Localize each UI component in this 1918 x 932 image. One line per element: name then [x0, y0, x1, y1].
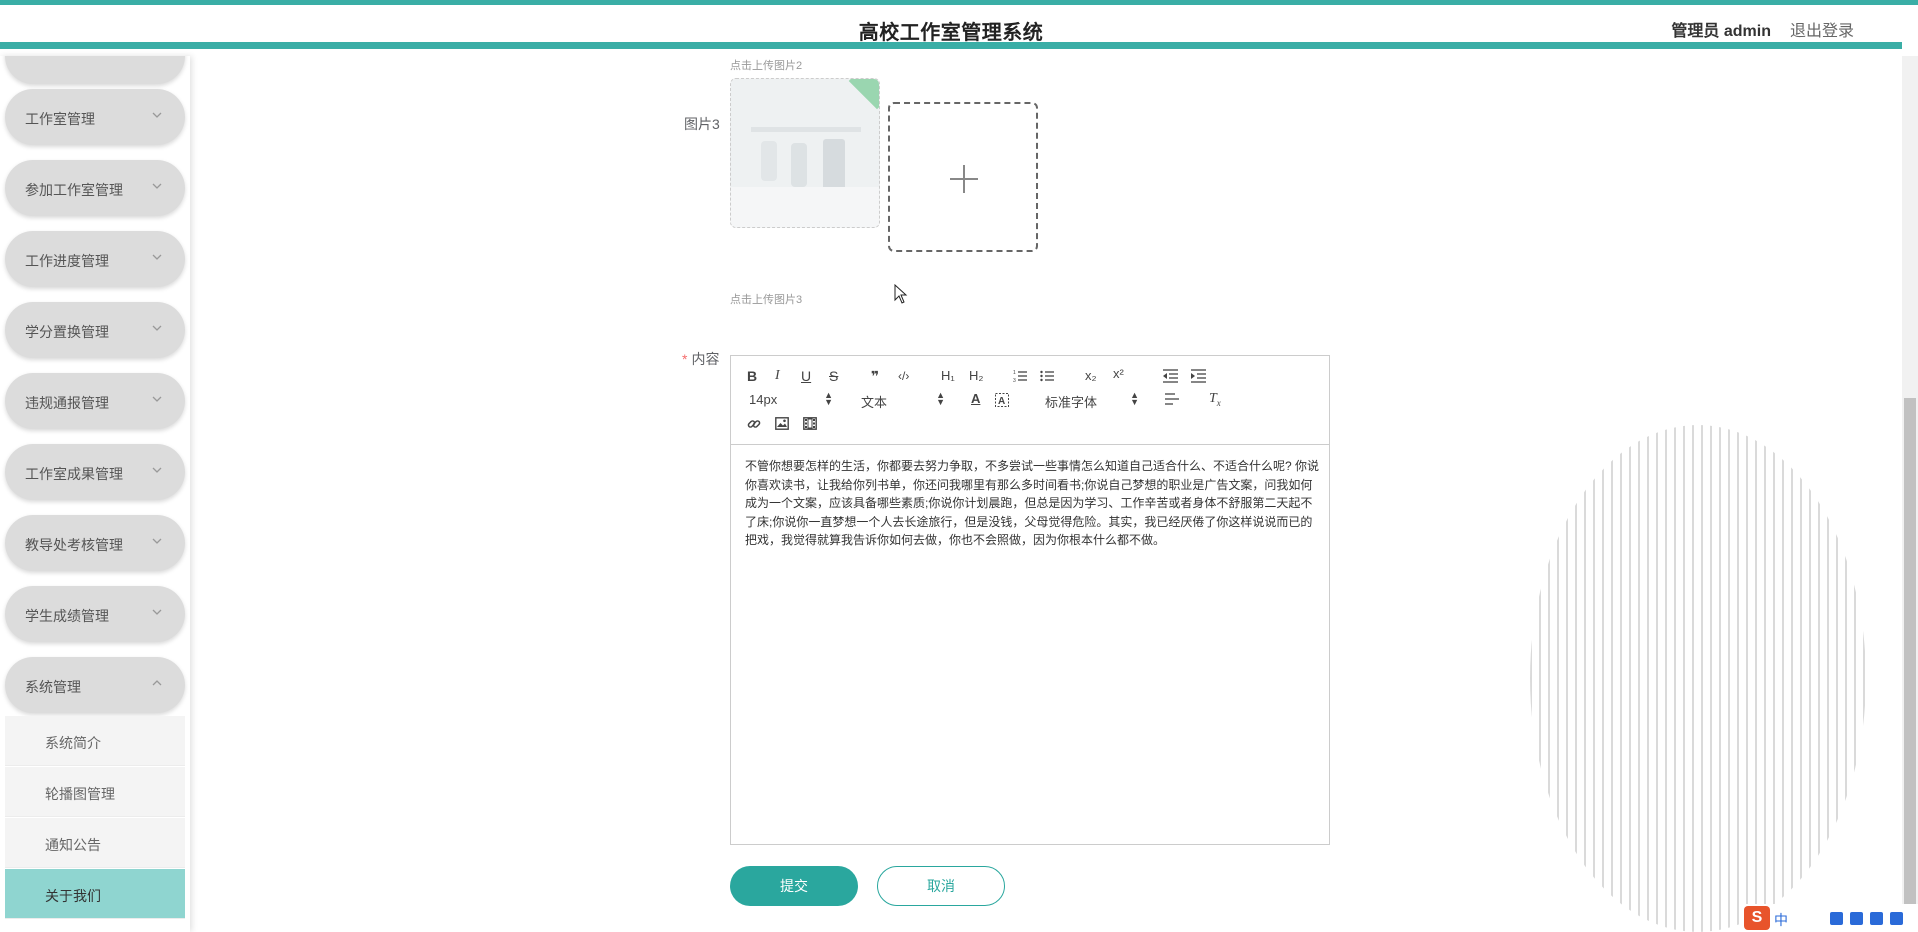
ordered-list-icon[interactable]: 13 — [1013, 369, 1027, 383]
chevron-down-icon — [152, 538, 162, 544]
bold-button[interactable]: B — [747, 368, 757, 384]
chevron-down-icon — [152, 183, 162, 189]
keyboard-icon — [1850, 912, 1863, 925]
sidebar-menu-label: 工作室管理 — [25, 111, 95, 127]
chevron-down-icon — [152, 112, 162, 118]
mouse-cursor-icon — [894, 284, 908, 304]
sidebar-item-label: 系统简介 — [45, 735, 101, 751]
content-label: * 内容 — [682, 351, 720, 367]
bullet-list-icon[interactable] — [1040, 369, 1054, 383]
sidebar-menu-label: 工作进度管理 — [25, 253, 109, 269]
chevron-down-icon — [152, 396, 162, 402]
sidebar-menu-join-studio[interactable]: 参加工作室管理 — [5, 160, 185, 216]
heading1-button[interactable]: H₁ — [941, 368, 955, 384]
sidebar-menu-achievements[interactable]: 工作室成果管理 — [5, 444, 185, 500]
rich-text-editor: B I U S ❞ ‹/› H₁ H₂ 13 x₂ x² 14px ▲ ▼ 文本 … — [730, 355, 1330, 845]
scrollbar-thumb[interactable] — [1904, 398, 1916, 932]
svg-text:3: 3 — [1013, 378, 1016, 383]
sidebar-menu-label: 教导处考核管理 — [25, 537, 123, 553]
ime-toolbar[interactable]: S 中 — [1744, 904, 1918, 932]
upload-hint-image2: 点击上传图片2 — [730, 60, 803, 72]
uploaded-image-thumbnail[interactable] — [730, 78, 880, 228]
app-title: 高校工作室管理系统 — [858, 22, 1044, 44]
sidebar-menu-label: 参加工作室管理 — [25, 182, 123, 198]
sidebar-menu-violations[interactable]: 违规通报管理 — [5, 373, 185, 429]
sidebar-menu-progress[interactable]: 工作进度管理 — [5, 231, 185, 287]
link-icon[interactable] — [747, 417, 761, 431]
sidebar-item-notices[interactable]: 通知公告 — [5, 818, 185, 868]
editor-toolbar: B I U S ❞ ‹/› H₁ H₂ 13 x₂ x² 14px ▲ ▼ 文本 … — [731, 356, 1329, 445]
sidebar-item-label: 轮播图管理 — [45, 786, 115, 802]
sidebar-menu-assessment[interactable]: 教导处考核管理 — [5, 515, 185, 571]
chevron-down-icon — [152, 325, 162, 331]
submit-button[interactable]: 提交 — [730, 866, 858, 906]
sidebar-menu-label: 工作室成果管理 — [25, 466, 123, 482]
sidebar: 工作室管理 参加工作室管理 工作进度管理 学分置换管理 违规通报管理 工作室成果… — [0, 56, 190, 932]
image-icon[interactable] — [775, 417, 789, 430]
sidebar-item-about-us[interactable]: 关于我们 — [5, 869, 185, 919]
italic-button[interactable]: I — [775, 368, 780, 384]
sidebar-menu-credits[interactable]: 学分置换管理 — [5, 302, 185, 358]
meeting-room-image — [731, 79, 879, 227]
blockquote-button[interactable]: ❞ — [871, 368, 879, 384]
sidebar-item-system-intro[interactable]: 系统简介 — [5, 716, 185, 766]
select-arrow-icon: ▲ ▼ — [936, 390, 945, 407]
svg-text:1: 1 — [1013, 370, 1016, 376]
sogou-logo-icon: S — [1744, 906, 1770, 930]
sidebar-item-label: 通知公告 — [45, 837, 101, 853]
toolbox-icon — [1890, 912, 1903, 925]
background-color-icon[interactable]: A — [995, 393, 1009, 407]
header-select[interactable]: 文本 ▲ ▼ — [861, 390, 945, 411]
outdent-icon[interactable] — [1163, 369, 1178, 383]
superscript-button[interactable]: x² — [1113, 366, 1124, 382]
sidebar-item-label: 关于我们 — [45, 888, 101, 904]
font-family-select[interactable]: 标准字体 ▲ ▼ — [1045, 390, 1139, 411]
svg-text:A: A — [998, 396, 1005, 407]
sidebar-menu-system[interactable]: 系统管理 — [5, 657, 185, 713]
ime-language: 中 — [1774, 912, 1788, 928]
sidebar-menu-studio[interactable]: 工作室管理 — [5, 89, 185, 145]
vertical-scrollbar[interactable] — [1902, 56, 1918, 932]
strikethrough-button[interactable]: S — [829, 368, 838, 384]
font-size-select[interactable]: 14px ▲ ▼ — [749, 390, 833, 408]
sidebar-menu-partial[interactable] — [5, 56, 185, 84]
sidebar-menu-label: 学分置换管理 — [25, 324, 109, 340]
select-arrow-icon: ▲ ▼ — [1130, 390, 1139, 407]
chevron-down-icon — [152, 609, 162, 615]
underline-button[interactable]: U — [801, 368, 811, 384]
sidebar-menu-label: 学生成绩管理 — [25, 608, 109, 624]
image3-label: 图片3 — [684, 116, 720, 132]
current-user: 管理员 admin — [1671, 23, 1771, 40]
sidebar-item-carousel[interactable]: 轮播图管理 — [5, 767, 185, 817]
code-block-button[interactable]: ‹/› — [898, 368, 909, 384]
decorative-stripes — [1530, 425, 1866, 932]
logout-link[interactable]: 退出登录 — [1790, 17, 1854, 41]
sidebar-menu-label: 系统管理 — [25, 679, 81, 695]
editor-content[interactable]: 不管你想要怎样的生活，你都要去努力争取，不多尝试一些事情怎么知道自己适合什么、不… — [745, 457, 1321, 550]
header: 高校工作室管理系统 管理员 admin 退出登录 — [0, 5, 1902, 49]
select-arrow-icon: ▲ ▼ — [824, 390, 833, 407]
chevron-down-icon — [152, 254, 162, 260]
skin-icon — [1870, 912, 1883, 925]
heading2-button[interactable]: H₂ — [969, 368, 983, 384]
chevron-down-icon — [152, 467, 162, 473]
sidebar-menu-label: 违规通报管理 — [25, 395, 109, 411]
clear-format-button[interactable]: Tx — [1209, 391, 1221, 411]
video-icon[interactable] — [803, 417, 817, 430]
upload-hint-image3: 点击上传图片3 — [730, 294, 803, 306]
image-upload-button[interactable] — [888, 102, 1038, 252]
align-left-icon[interactable] — [1165, 393, 1179, 406]
subscript-button[interactable]: x₂ — [1085, 368, 1097, 384]
font-color-button[interactable]: A — [971, 391, 980, 407]
cancel-button[interactable]: 取消 — [877, 866, 1005, 906]
microphone-icon — [1830, 912, 1843, 925]
chevron-up-icon — [152, 680, 162, 686]
sidebar-menu-grades[interactable]: 学生成绩管理 — [5, 586, 185, 642]
indent-icon[interactable] — [1191, 369, 1206, 383]
